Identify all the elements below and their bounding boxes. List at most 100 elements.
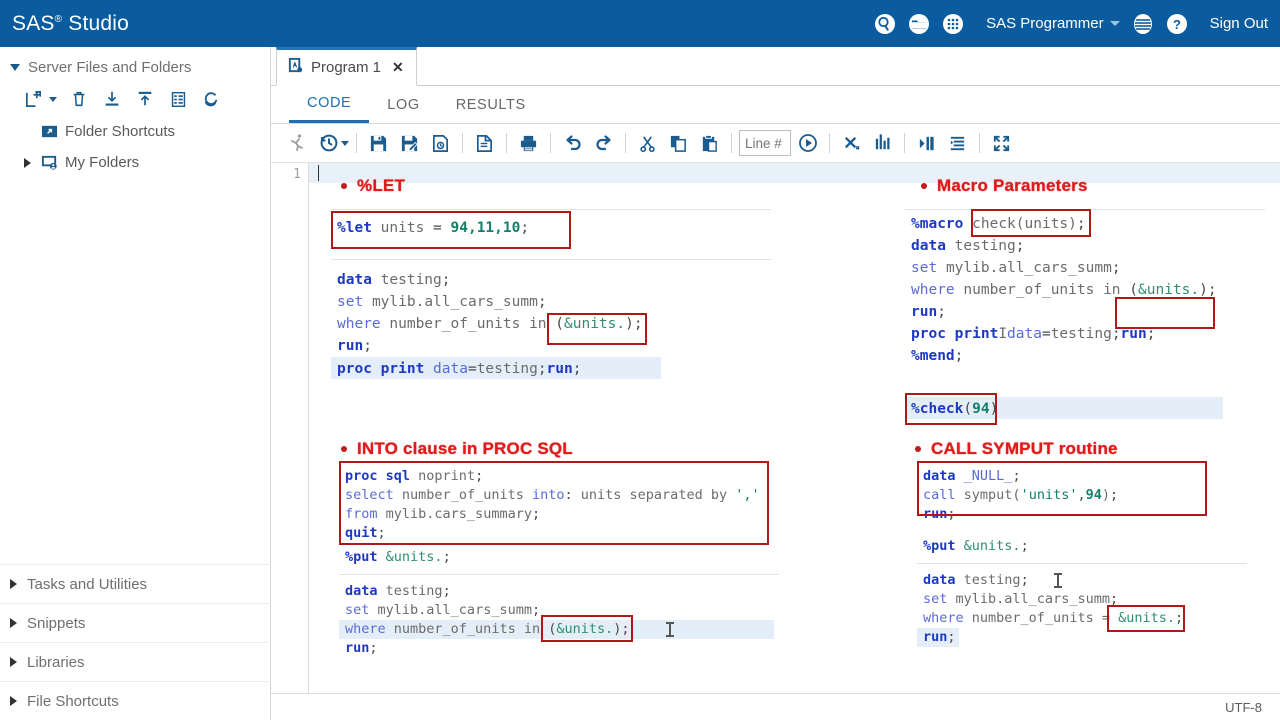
chevron-down-icon [10,64,20,71]
role-label: SAS Programmer [986,15,1104,32]
annotation-into: INTO clause in PROC SQL [341,439,573,459]
code-line-let: %let units = 94,11,10; [337,220,530,236]
cut-icon[interactable] [633,129,662,158]
svg-text:?: ? [1173,17,1181,32]
tab-results[interactable]: RESULTS [438,86,544,123]
chevron-right-icon [24,157,31,168]
code-block-2-right: data testing; set mylib.all_cars_summ; w… [923,572,1184,626]
code-editor[interactable]: 1 %LET %let units = 94,11,10; data testi… [271,163,1280,719]
sidebar-section-server-files[interactable]: Server Files and Folders [0,47,270,84]
annotation-text: Macro Parameters [937,176,1088,195]
sidebar-item-label: My Folders [65,154,140,171]
chevron-right-icon [10,579,17,589]
search-icon[interactable] [868,7,902,41]
upload-icon[interactable] [134,88,156,110]
sidebar-item-label: Folder Shortcuts [65,123,176,140]
help-icon[interactable]: ? [1160,7,1194,41]
tab-code[interactable]: CODE [289,86,370,123]
tab-log[interactable]: LOG [369,86,437,123]
code-block-1: data testing; set mylib.all_cars_summ; w… [337,272,643,354]
clear-all-icon[interactable] [837,129,866,158]
code-line-put-right: %put &units.; [923,538,1029,554]
editor-subtabs: CODE LOG RESULTS [271,86,1280,124]
sidebar-item-libraries[interactable]: Libraries [0,642,271,681]
line-number-gutter: 1 [271,163,309,719]
bullet-icon [341,446,347,452]
paste-icon[interactable] [695,129,724,158]
maximize-icon[interactable] [987,129,1016,158]
text-cursor-left [666,622,674,637]
code-separator [917,563,1247,564]
chevron-right-icon [10,618,17,628]
app-header: SAS® Studio SAS Programmer ? Sign Out [0,0,1280,47]
format-code-icon[interactable] [943,129,972,158]
bullet-icon [915,446,921,452]
save-icon[interactable] [364,129,393,158]
close-icon[interactable]: ✕ [392,59,404,76]
annotation-call-symput: CALL SYMPUT routine [915,439,1118,459]
hamburger-circle-icon[interactable] [1126,7,1160,41]
history-icon[interactable] [314,129,343,158]
editor-toolbar [271,124,1280,163]
sidebar-item-folder-shortcuts[interactable]: Folder Shortcuts [22,116,270,147]
sidebar-item-my-folders[interactable]: My Folders [22,147,270,178]
program-tabbar: Program 1 ✕ [271,47,1280,86]
tab-program-1[interactable]: Program 1 ✕ [276,47,417,86]
copy-icon[interactable] [664,129,693,158]
redo-icon[interactable] [589,129,618,158]
sidebar-collapsed-sections: Tasks and Utilities Snippets Libraries F… [0,564,271,720]
new-icon[interactable] [22,88,44,110]
chevron-down-icon[interactable] [49,96,57,102]
annotation-let: %LET [341,176,405,196]
my-folders-icon [40,154,58,172]
code-line-run-left: run; [345,640,378,656]
run-icon[interactable] [283,129,312,158]
toolbar-divider [356,133,357,153]
chevron-down-icon[interactable] [341,140,349,146]
goto-line-icon[interactable] [793,129,822,158]
sidebar-item-tasks-and-utilities[interactable]: Tasks and Utilities [0,564,271,603]
compare-icon[interactable] [868,129,897,158]
code-block-symput: data _NULL_; call symput('units',94); ru… [923,468,1119,522]
expand-slot[interactable] [22,157,33,168]
download-icon[interactable] [101,88,123,110]
print-icon[interactable] [514,129,543,158]
brand-registered-mark: ® [54,13,63,25]
chevron-right-icon [10,657,17,667]
save-as-icon[interactable] [395,129,424,158]
code-line-where-left: where number_of_units in (&units.); [345,621,630,637]
sidebar-item-file-shortcuts[interactable]: File Shortcuts [0,681,271,720]
indent-icon[interactable] [912,129,941,158]
encoding-label: UTF-8 [1225,699,1262,715]
bullet-icon [341,183,347,189]
new-program-icon[interactable] [470,129,499,158]
toolbar-divider [904,133,905,153]
code-block-sql: proc sql noprint; select number_of_units… [345,468,760,541]
sidebar-tree: Folder Shortcuts My Folders [0,116,270,178]
code-block-macro: %macro check(units); data testing; set m… [911,216,1217,364]
keypad-icon[interactable] [936,7,970,41]
sidebar: Server Files and Folders Folder Shortcut… [0,47,271,720]
properties-icon[interactable] [167,88,189,110]
role-selector[interactable]: SAS Programmer [986,15,1120,32]
annotation-text: INTO clause in PROC SQL [357,439,573,458]
tab-label: Program 1 [311,59,382,76]
text-cursor-right [1054,573,1062,588]
annotation-text: %LET [357,176,406,195]
refresh-icon[interactable] [200,88,222,110]
sidebar-section-title: Server Files and Folders [28,59,192,76]
code-line-run-right: run; [923,629,956,645]
delete-icon[interactable] [68,88,90,110]
editor-panel: Program 1 ✕ CODE LOG RESULTS Line # 1 %L… [271,47,1280,720]
line-number-input[interactable] [739,130,791,156]
undo-icon[interactable] [558,129,587,158]
sign-out-button[interactable]: Sign Out [1210,15,1268,32]
code-line-check-call: %check(94) [911,401,999,417]
toolbar-divider [506,133,507,153]
folder-icon[interactable] [902,7,936,41]
folder-shortcut-icon [40,123,58,141]
sidebar-item-snippets[interactable]: Snippets [0,603,271,642]
toolbar-divider [979,133,980,153]
app-logo: SAS® Studio [12,12,129,36]
save-version-icon[interactable] [426,129,455,158]
